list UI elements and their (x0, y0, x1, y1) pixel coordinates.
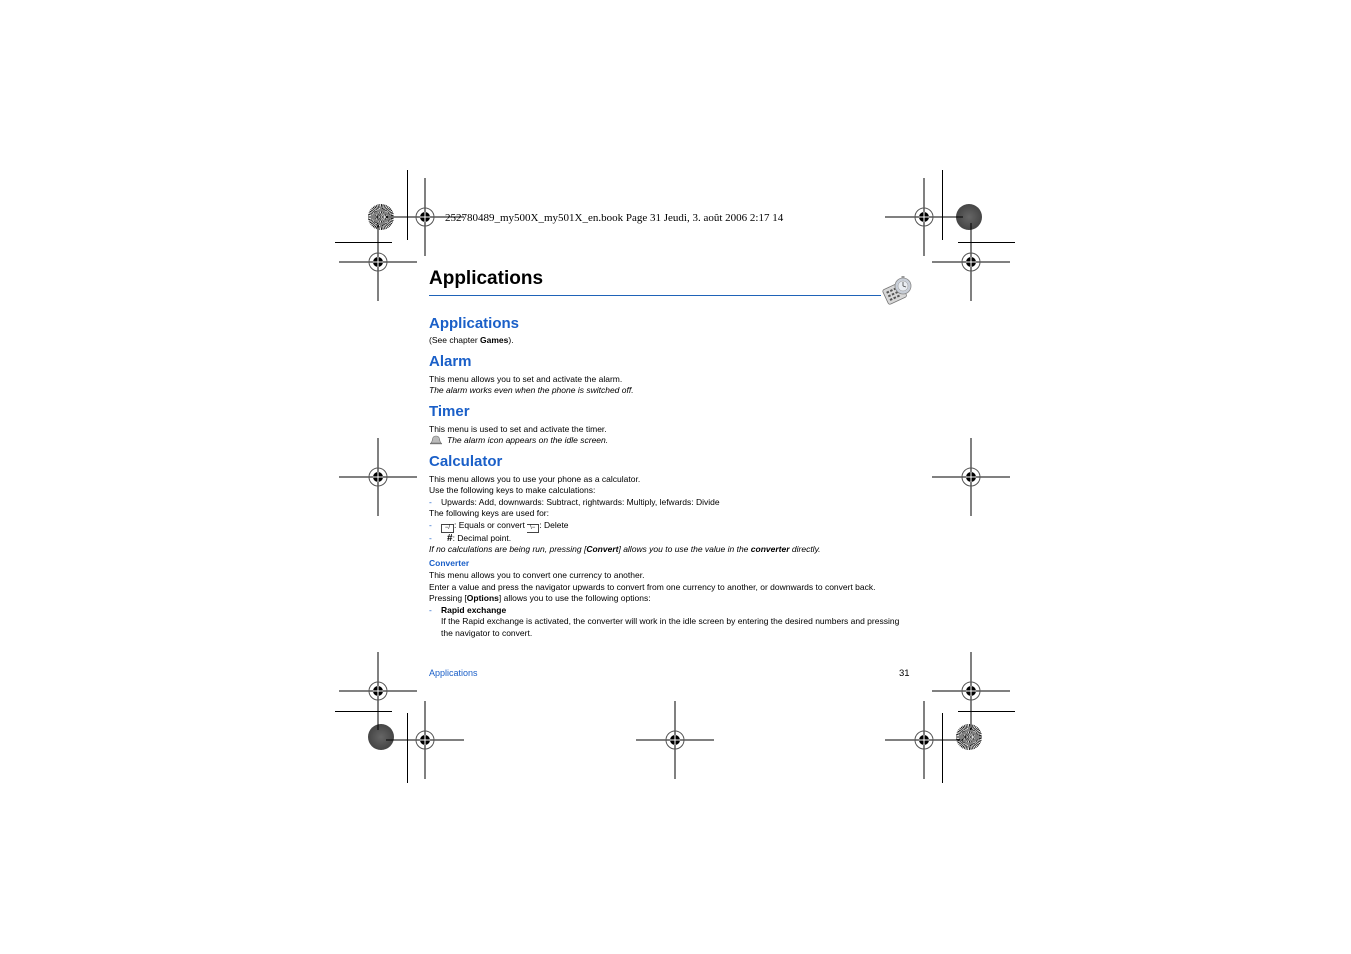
softkey-label: Convert (586, 544, 619, 554)
note-text: The alarm icon appears on the idle scree… (447, 435, 609, 445)
paragraph: This menu allows you to use your phone a… (429, 473, 641, 484)
text: ] allows you to use the value in the (618, 544, 751, 554)
applications-chapter-icon (882, 276, 912, 305)
chapter-reference: Games (480, 335, 509, 345)
section-heading: Applications (429, 315, 520, 332)
chapter-title: Applications (429, 268, 544, 289)
registration-target-icon (885, 701, 963, 779)
bullet-dash: - (429, 532, 432, 543)
section-converter: Converter This menu allows you to conver… (429, 558, 913, 640)
paragraph: The following keys are used for: (429, 508, 550, 518)
section-heading: Timer (429, 402, 470, 420)
paragraph: Use the following keys to make calculati… (429, 485, 596, 495)
right-softkey-icon: \− (527, 523, 540, 533)
text: Pressing [ (429, 593, 467, 603)
section-timer: Timer This menu is used to set and activ… (429, 403, 913, 447)
list-item-text: : Delete (539, 519, 569, 530)
text: directly. (789, 544, 821, 554)
list-item-text: Upwards: Add, downwards: Subtract, right… (441, 496, 720, 507)
chapter-title-rule (429, 295, 881, 296)
registration-target-icon (339, 438, 417, 516)
menu-reference: converter (750, 544, 790, 554)
section-heading: Alarm (429, 352, 472, 370)
note: The alarm icon appears on the idle scree… (429, 435, 913, 447)
text: (See chapter (429, 335, 481, 345)
paragraph: (See chapter Games). (429, 335, 913, 347)
text: If no calculations are being run, pressi… (429, 544, 587, 554)
option-title: Rapid exchange (441, 604, 507, 615)
bullet-dash: - (429, 496, 432, 507)
list-item: - Rapid exchange If the Rapid exchange i… (429, 605, 913, 640)
section-alarm: Alarm This menu allows you to set and ac… (429, 353, 913, 397)
registration-target-icon (386, 701, 464, 779)
paragraph: This menu allows you to convert one curr… (429, 570, 645, 580)
text: ] allows you to use the following option… (498, 593, 651, 603)
section-applications: Applications (See chapter Games). (429, 315, 913, 347)
paragraph: This menu is used to set and activate th… (429, 423, 607, 434)
note: The alarm works even when the phone is s… (429, 385, 634, 395)
registration-target-icon (932, 223, 1010, 301)
list-item: - #: Decimal point. (429, 533, 913, 545)
paragraph: This menu allows you to set and activate… (429, 373, 623, 384)
registration-target-icon (932, 438, 1010, 516)
list-item: - −/: Equals or convert \−: Delete (429, 520, 913, 533)
list-item-text: : Equals or convert (454, 519, 528, 530)
paragraph: Enter a value and press the navigator up… (429, 581, 876, 592)
bullet-dash: - (429, 604, 432, 615)
left-softkey-icon: −/ (441, 523, 454, 533)
softkey-label: Options (466, 593, 499, 603)
note: If no calculations are being run, pressi… (429, 544, 913, 556)
option-description: If the Rapid exchange is activated, the … (441, 616, 900, 638)
print-header: 252780489_my500X_my501X_en.book Page 31 … (445, 212, 784, 224)
page-content: Applications (See chapter Games). Alarm … (429, 315, 913, 639)
registration-target-icon (636, 701, 714, 779)
list-item: - Upwards: Add, downwards: Subtract, rig… (429, 497, 913, 509)
page-number: 31 (899, 668, 910, 679)
registration-target-icon (339, 223, 417, 301)
subsection-heading: Converter (429, 557, 470, 568)
paragraph: Pressing [Options] allows you to use the… (429, 593, 913, 605)
section-calculator: Calculator This menu allows you to use y… (429, 453, 913, 556)
footer-section-name: Applications (429, 668, 478, 678)
section-heading: Calculator (429, 452, 503, 470)
bullet-dash: - (429, 519, 432, 530)
bell-icon (430, 435, 442, 445)
list-item-text: : Decimal point. (452, 532, 512, 543)
text: ). (508, 335, 514, 345)
